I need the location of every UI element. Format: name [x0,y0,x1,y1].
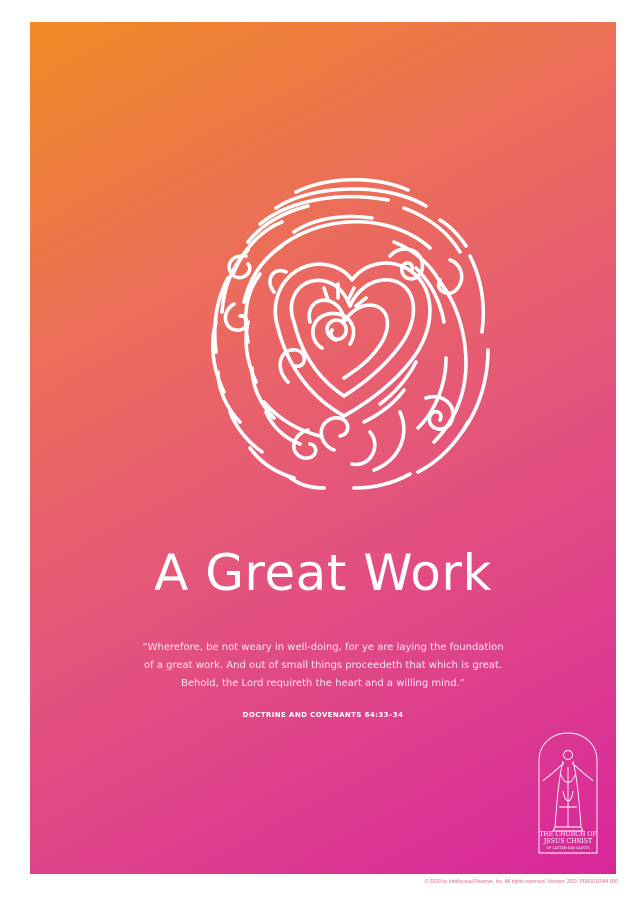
fingerprint-heart-illustration [210,177,490,490]
quote-line: “Wherefore, be not weary in well-doing, … [142,642,504,653]
quote-line: Behold, the Lord requireth the heart and… [181,678,465,689]
copyright-notice: © 2020 by Intellectual Reserve, Inc. All… [424,879,618,885]
scripture-reference: DOCTRINE AND COVENANTS 64:33–34 [242,711,404,719]
scripture-quote: “Wherefore, be not weary in well-doing, … [110,639,536,693]
logo-line-1: THE CHURCH OF [539,831,597,838]
logo-line-3: OF LATTER-DAY SAINTS [546,846,590,850]
logo-line-2: JESUS CHRIST [543,838,593,845]
church-logo: THE CHURCH OF JESUS CHRIST OF LATTER-DAY… [537,731,599,856]
poster-title: A Great Work [154,544,492,602]
poster: A Great Work “Wherefore, be not weary in… [30,22,616,874]
quote-line: of a great work. And out of small things… [144,660,502,671]
